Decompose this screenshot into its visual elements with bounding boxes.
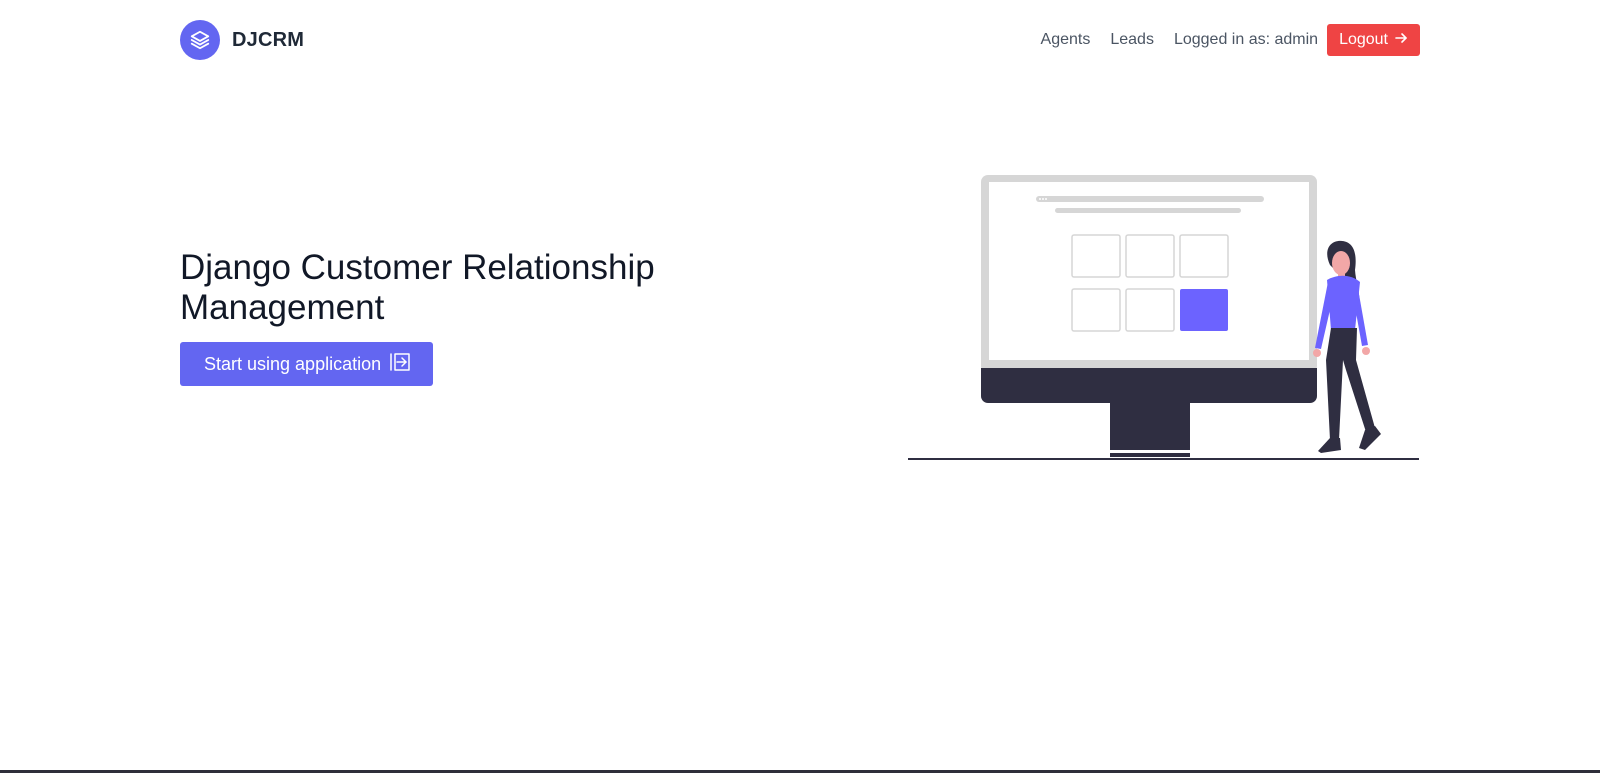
landing-page: DJCRM Agents Leads Logged in as: admin L… (0, 0, 1600, 773)
nav-link-leads[interactable]: Leads (1110, 31, 1154, 49)
hero-section: Django Customer Relationship Management … (180, 248, 740, 386)
cta-label: Start using application (204, 353, 382, 374)
logged-in-label: Logged in as: (1173, 31, 1271, 48)
login-arrow-icon (389, 352, 411, 377)
layers-icon (180, 20, 220, 60)
main-nav: Agents Leads Logged in as: admin Logout (1041, 24, 1420, 56)
hero-title: Django Customer Relationship Management (180, 248, 655, 327)
start-application-button[interactable]: Start using application (180, 342, 433, 386)
arrow-right-icon (1394, 31, 1408, 50)
username: admin (1274, 31, 1319, 48)
brand-name: DJCRM (232, 28, 305, 51)
nav-link-agents[interactable]: Agents (1041, 31, 1091, 49)
logout-button[interactable]: Logout (1327, 24, 1420, 56)
logout-label: Logout (1339, 31, 1388, 48)
brand[interactable]: DJCRM (180, 20, 304, 60)
monitor-woman-illustration (908, 175, 1419, 460)
logged-in-status: Logged in as: admin (1174, 31, 1318, 49)
dashboard-illustration (905, 170, 1425, 465)
top-navbar: DJCRM Agents Leads Logged in as: admin L… (180, 18, 1420, 62)
